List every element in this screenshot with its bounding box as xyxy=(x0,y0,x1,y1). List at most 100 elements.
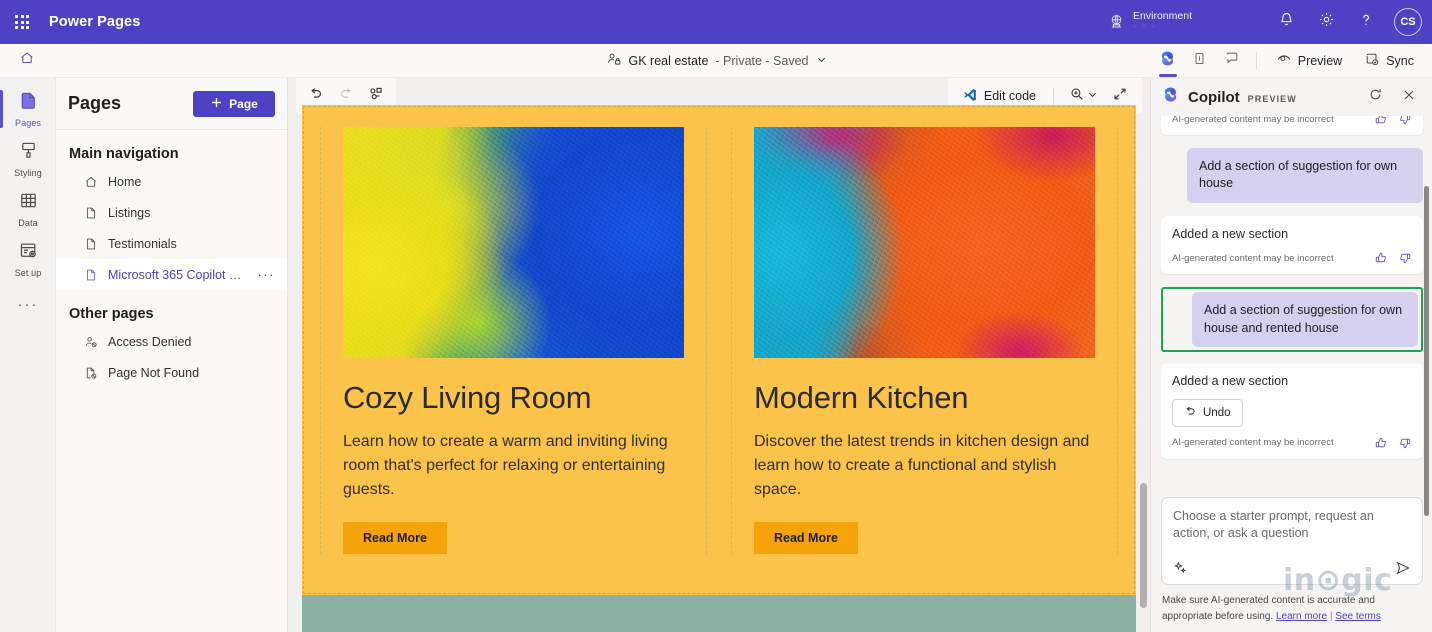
rail-item-styling[interactable]: Styling xyxy=(0,134,56,184)
read-more-button[interactable]: Read More xyxy=(343,521,447,554)
home-button[interactable] xyxy=(0,44,54,78)
copilot-icon xyxy=(1161,85,1180,109)
plus-icon xyxy=(210,96,223,112)
file-icon xyxy=(84,206,98,220)
copilot-close-button[interactable] xyxy=(1396,84,1422,110)
page-item-label: Microsoft 365 Copilot Se... xyxy=(108,267,248,282)
copilot-panel: Copilot PREVIEW AI-generated content may… xyxy=(1150,78,1432,632)
assistant-message: Added a new section Undo AI-generated co… xyxy=(1161,362,1423,459)
page-item-label: Testimonials xyxy=(108,236,177,251)
assistant-message-partial: AI-generated content may be incorrect xyxy=(1161,116,1423,135)
magnifier-icon xyxy=(1069,86,1085,107)
image-texture-overlay xyxy=(343,127,684,358)
page-item-overflow-button[interactable]: ··· xyxy=(258,267,280,282)
page-item-page-not-found[interactable]: Page Not Found xyxy=(56,357,287,388)
settings-button[interactable] xyxy=(1306,0,1346,44)
user-avatar[interactable]: CS xyxy=(1394,8,1422,36)
see-terms-link[interactable]: See terms xyxy=(1335,611,1381,622)
undo-section-button[interactable]: Undo xyxy=(1172,398,1243,427)
add-page-label: Page xyxy=(229,96,258,111)
sparkle-prompts-icon[interactable] xyxy=(1173,560,1189,576)
app-launcher-button[interactable] xyxy=(0,0,44,44)
ai-disclaimer: AI-generated content may be incorrect xyxy=(1172,252,1334,264)
thumbs-down-icon[interactable] xyxy=(1398,251,1412,265)
environment-icon xyxy=(1108,13,1125,30)
brush-icon xyxy=(18,140,39,166)
toolbar-divider xyxy=(1255,52,1257,69)
thumbs-up-icon[interactable] xyxy=(1374,116,1388,126)
learn-more-link[interactable]: Learn more xyxy=(1276,611,1327,622)
footer-separator: | xyxy=(1329,610,1333,622)
read-more-button[interactable]: Read More xyxy=(754,521,858,554)
assistant-message: Added a new section AI-generated content… xyxy=(1161,215,1423,275)
ai-disclaimer: AI-generated content may be incorrect xyxy=(1172,437,1334,449)
home-icon xyxy=(84,175,98,189)
page-section-next[interactable] xyxy=(302,595,1136,632)
sync-button[interactable]: Sync xyxy=(1354,47,1424,75)
canvas-scrollbar-thumb[interactable] xyxy=(1140,483,1147,608)
page-item-access-denied[interactable]: Access Denied xyxy=(56,326,287,357)
command-bar-actions: Preview Sync xyxy=(1153,44,1432,78)
environment-value: · · · xyxy=(1133,21,1157,33)
content-card[interactable]: Cozy Living Room Learn how to create a w… xyxy=(320,127,707,554)
file-icon xyxy=(84,268,98,282)
close-icon xyxy=(1402,88,1416,107)
user-message: Add a section of suggestion for own hous… xyxy=(1187,148,1423,203)
help-button[interactable] xyxy=(1346,0,1386,44)
copilot-header: Copilot PREVIEW xyxy=(1151,78,1432,116)
copilot-icon xyxy=(1158,49,1177,73)
product-title: Power Pages xyxy=(49,14,141,30)
send-icon[interactable] xyxy=(1395,560,1411,576)
pages-group-title-main: Main navigation xyxy=(69,146,179,162)
pages-panel: Pages Page Main navigation Home Listings… xyxy=(56,78,288,632)
copilot-input-box[interactable]: Choose a starter prompt, request an acti… xyxy=(1161,497,1423,585)
chevron-down-icon xyxy=(816,54,827,68)
environment-selector[interactable]: Environment · · · xyxy=(1108,11,1192,33)
copilot-toggle-button[interactable] xyxy=(1153,44,1183,78)
content-card[interactable]: Modern Kitchen Discover the latest trend… xyxy=(731,127,1118,554)
copilot-refresh-button[interactable] xyxy=(1362,84,1388,110)
feedback-button[interactable] xyxy=(1217,44,1247,78)
page-item-home[interactable]: Home xyxy=(56,166,287,197)
page-item-testimonials[interactable]: Testimonials xyxy=(56,228,287,259)
waffle-icon xyxy=(15,15,29,29)
undo-label: Undo xyxy=(1203,406,1231,419)
rail-item-pages[interactable]: Pages xyxy=(0,84,56,134)
thumbs-down-icon[interactable] xyxy=(1398,116,1412,126)
copilot-footer-disclaimer: Make sure AI-generated content is accura… xyxy=(1161,593,1423,624)
setup-icon xyxy=(18,240,39,266)
eye-icon xyxy=(1276,51,1292,70)
copilot-scrollbar-thumb[interactable] xyxy=(1424,186,1429,516)
site-status-chip[interactable]: GK real estate - Private - Saved xyxy=(606,51,827,70)
thumbs-down-icon[interactable] xyxy=(1398,436,1412,450)
file-icon xyxy=(84,237,98,251)
page-item-label: Home xyxy=(108,174,142,189)
card-description: Learn how to create a warm and inviting … xyxy=(343,432,668,499)
environment-text: Environment · · · xyxy=(1133,11,1192,33)
page-item-microsoft-365-copilot[interactable]: Microsoft 365 Copilot Se... ··· xyxy=(56,259,287,290)
copilot-input-placeholder: Choose a starter prompt, request an acti… xyxy=(1173,509,1374,540)
design-canvas: Edit code Cozy Living Room Learn how to … xyxy=(288,78,1150,632)
card-title: Cozy Living Room xyxy=(343,380,592,415)
top-navigation-bar: Power Pages Environment · · · CS xyxy=(0,0,1432,44)
add-page-button[interactable]: Page xyxy=(193,90,275,117)
notifications-button[interactable] xyxy=(1266,0,1306,44)
rail-item-setup[interactable]: Set up xyxy=(0,234,56,284)
rail-item-data[interactable]: Data xyxy=(0,184,56,234)
rail-label: Pages xyxy=(14,118,42,128)
rail-more-button[interactable]: ··· xyxy=(0,284,56,324)
page-item-listings[interactable]: Listings xyxy=(56,197,287,228)
card-image-modern-kitchen xyxy=(754,127,1095,358)
thumbs-up-icon[interactable] xyxy=(1374,251,1388,265)
site-details-button[interactable] xyxy=(1185,44,1215,78)
info-panel-icon xyxy=(1192,51,1207,71)
pages-group-title-other: Other pages xyxy=(69,306,154,322)
thumbs-up-icon[interactable] xyxy=(1374,436,1388,450)
preview-button[interactable]: Preview xyxy=(1266,47,1352,75)
rail-label: Styling xyxy=(14,168,42,178)
command-bar: GK real estate - Private - Saved Preview… xyxy=(0,44,1432,78)
refresh-icon xyxy=(1368,87,1383,107)
components-icon xyxy=(368,85,385,107)
page-section-cards[interactable]: Cozy Living Room Learn how to create a w… xyxy=(302,105,1136,595)
assistant-message-text: Added a new section xyxy=(1172,226,1289,241)
